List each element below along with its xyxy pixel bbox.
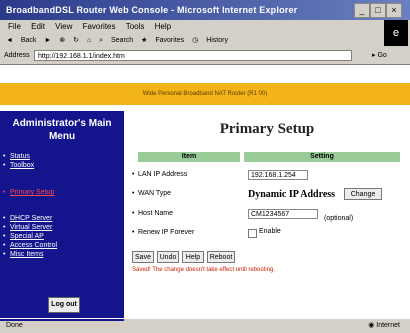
sidebar-menu: Administrator's Main Menu • Status • Toolb…	[0, 111, 124, 321]
search-label: Search	[111, 37, 134, 44]
host-name-row-label: • Host Name	[132, 210, 174, 217]
history-label: History	[206, 37, 228, 44]
sidebar-item-label: Special AP	[10, 233, 44, 240]
status-zone: ◉ Internet	[368, 319, 400, 333]
wan-type-row-label: • WAN Type	[132, 190, 172, 197]
host-name-input[interactable]: CM1234567	[248, 209, 318, 219]
page-title: Primary Setup	[219, 121, 315, 137]
stop-icon[interactable]: ⊗	[59, 37, 65, 44]
address-label: Address	[4, 52, 30, 59]
reboot-button[interactable]: Reboot	[207, 251, 235, 263]
change-wan-button[interactable]: Change	[344, 188, 382, 200]
window-title: BroadbandDSL Router Web Console - Micros…	[6, 5, 298, 15]
maximize-button[interactable]: □	[370, 3, 386, 18]
sidebar-title: Administrator's Main Menu	[12, 118, 112, 142]
go-button[interactable]: ▸ Go	[372, 48, 387, 64]
minimize-button[interactable]: _	[354, 3, 370, 18]
sidebar-item-primary-setup[interactable]: • Primary Setup	[3, 189, 55, 196]
sidebar-item-virtual-server[interactable]: • Virtual Server	[3, 224, 53, 231]
sidebar-item-label: Primary Setup	[10, 189, 55, 196]
sidebar-item-label: Access Control	[10, 242, 58, 249]
history-button[interactable]: ◷ History	[192, 37, 228, 44]
status-zone-label: Internet	[376, 322, 400, 329]
wan-type-label: WAN Type	[138, 190, 172, 197]
sidebar-item-misc-items[interactable]: • Misc Items	[3, 251, 44, 258]
save-button[interactable]: Save	[132, 251, 154, 263]
address-input[interactable]: http://192.168.1.1/index.htm	[34, 50, 352, 61]
browser-logo-icon: e	[384, 20, 408, 46]
status-note: Saved! The change doesn't take effect un…	[132, 267, 276, 273]
globe-icon: ◉	[368, 322, 375, 329]
status-bar: Done ◉ Internet	[0, 318, 410, 333]
main-content: Primary Setup Item Setting • LAN IP Addre…	[124, 111, 410, 321]
close-button[interactable]: ×	[386, 3, 402, 18]
favorites-button[interactable]: ★ Favorites	[141, 37, 184, 44]
sidebar-item-label: Status	[10, 153, 30, 160]
renew-ip-enable-label: Enable	[259, 228, 281, 235]
menu-file[interactable]: File	[8, 22, 21, 31]
search-button[interactable]: ⌕ Search	[99, 37, 133, 44]
sidebar-item-status[interactable]: • Status	[3, 153, 30, 160]
sidebar-item-label: Virtual Server	[10, 224, 53, 231]
lan-ip-label: LAN IP Address	[138, 171, 188, 178]
menu-view[interactable]: View	[55, 22, 72, 31]
menu-tools[interactable]: Tools	[126, 22, 145, 31]
home-icon[interactable]: ⌂	[87, 37, 91, 44]
sidebar-item-access-control[interactable]: • Access Control	[3, 242, 58, 249]
logout-button[interactable]: Log out	[48, 297, 80, 313]
refresh-icon[interactable]: ↻	[73, 37, 79, 44]
forward-button[interactable]: ►	[44, 37, 51, 44]
sidebar-item-dhcp-server[interactable]: • DHCP Server	[3, 215, 53, 222]
toolbar: ◄ Back ► ⊗ ↻ ⌂ ⌕ Search ★ Favorites ◷ Hi…	[0, 34, 380, 48]
column-header-setting: Setting	[244, 152, 400, 162]
router-banner: Wide Personal Broadband NAT Router (R1 0…	[0, 83, 410, 105]
sidebar-item-toolbox[interactable]: • Toolbox	[3, 162, 35, 169]
page-frame: Wide Personal Broadband NAT Router (R1 0…	[0, 64, 410, 321]
sidebar-item-special-ap[interactable]: • Special AP	[3, 233, 44, 240]
optional-hint: (optional)	[324, 215, 354, 222]
menu-edit[interactable]: Edit	[31, 22, 45, 31]
lan-ip-input[interactable]: 192.168.1.254	[248, 170, 308, 180]
menu-favorites[interactable]: Favorites	[83, 22, 116, 31]
renew-ip-row-label: • Renew IP Forever	[132, 229, 195, 236]
lan-ip-row-label: • LAN IP Address	[132, 171, 188, 178]
go-label: Go	[377, 52, 387, 59]
help-button[interactable]: Help	[182, 251, 204, 263]
back-button[interactable]: ◄ Back	[6, 37, 36, 44]
menu-help[interactable]: Help	[155, 22, 171, 31]
status-left: Done	[6, 322, 23, 329]
renew-ip-label: Renew IP Forever	[138, 229, 195, 236]
host-name-label: Host Name	[138, 210, 174, 217]
address-bar: Address http://192.168.1.1/index.htm ▸ G…	[0, 48, 410, 64]
column-header-item: Item	[138, 152, 240, 162]
sidebar-item-label: DHCP Server	[10, 215, 53, 222]
wan-type-value: Dynamic IP Address	[248, 189, 336, 200]
back-label: Back	[20, 37, 37, 44]
favorites-label: Favorites	[155, 37, 185, 44]
renew-ip-checkbox[interactable]	[248, 229, 257, 238]
menu-bar: File Edit View Favorites Tools Help	[0, 20, 410, 34]
sidebar-item-label: Misc Items	[10, 251, 44, 258]
undo-button[interactable]: Undo	[157, 251, 179, 263]
sidebar-item-label: Toolbox	[10, 162, 35, 169]
window-title-bar: BroadbandDSL Router Web Console - Micros…	[0, 0, 410, 20]
